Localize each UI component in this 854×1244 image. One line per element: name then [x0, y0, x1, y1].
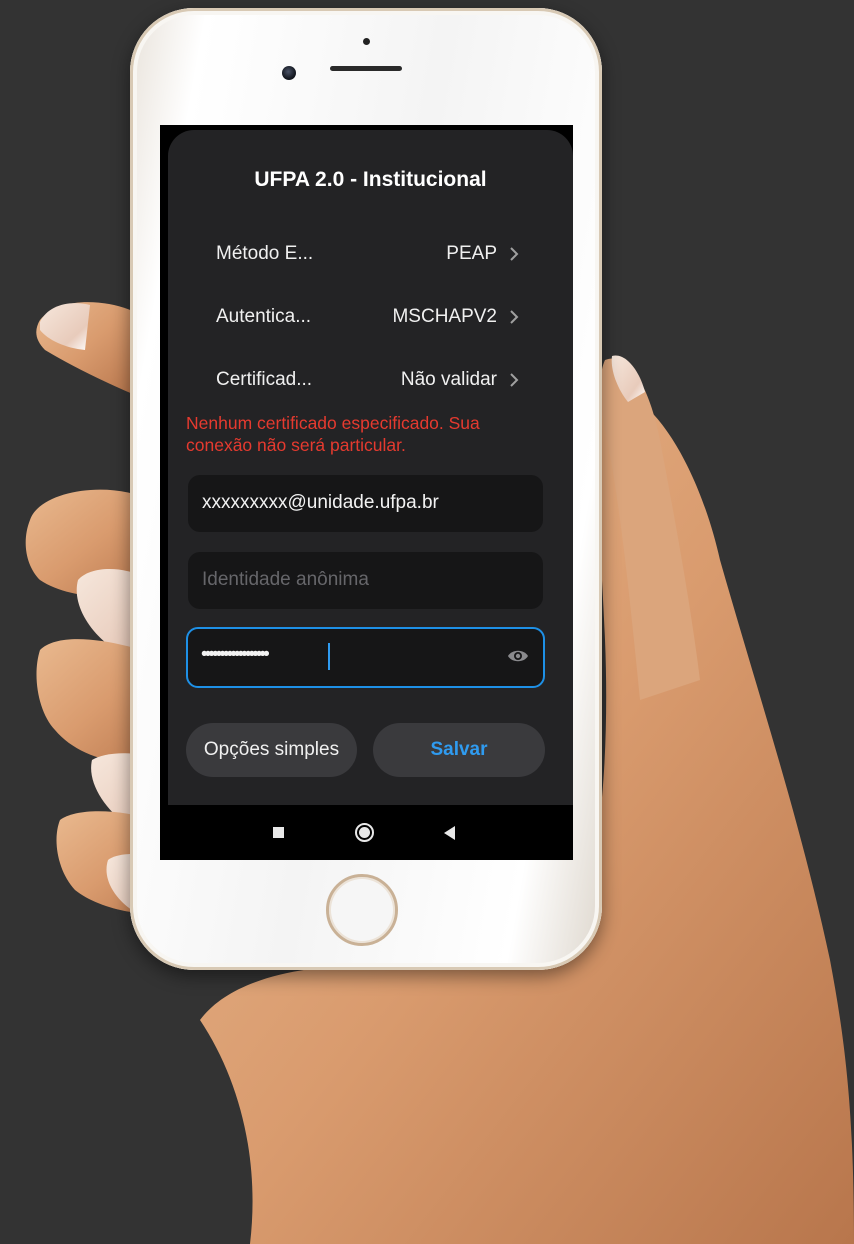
phase2-auth-value: MSCHAPV2: [392, 306, 497, 327]
save-button[interactable]: Salvar: [373, 723, 545, 777]
show-password-eye-icon[interactable]: [507, 648, 529, 664]
anonymous-identity-placeholder: Identidade anônima: [202, 569, 369, 590]
navigation-bar: [160, 805, 573, 860]
phase2-auth-row[interactable]: Autentica... MSCHAPV2: [216, 301, 521, 331]
ca-certificate-value: Não validar: [400, 369, 497, 390]
earpiece-speaker: [330, 66, 402, 71]
back-triangle-icon[interactable]: [443, 825, 457, 841]
eap-method-row[interactable]: Método E... PEAP: [216, 238, 521, 268]
recents-square-icon[interactable]: [273, 827, 284, 838]
chevron-right-icon: [510, 247, 519, 261]
ca-certificate-row[interactable]: Certificad... Não validar: [216, 364, 521, 394]
simple-options-button[interactable]: Opções simples: [186, 723, 357, 777]
phone-screen: UFPA 2.0 - Institucional Método E... PEA…: [160, 125, 573, 860]
eap-method-value: PEAP: [446, 243, 497, 264]
proximity-sensor: [363, 38, 370, 45]
chevron-right-icon: [510, 373, 519, 387]
home-button[interactable]: [326, 874, 398, 946]
password-field[interactable]: ••••••••••••••••••: [186, 627, 545, 688]
identity-field[interactable]: xxxxxxxxx@unidade.ufpa.br: [188, 475, 543, 532]
password-mask: ••••••••••••••••••: [201, 644, 270, 665]
phase2-auth-label: Autentica...: [216, 306, 312, 327]
text-caret: [328, 643, 330, 670]
identity-value: xxxxxxxxx@unidade.ufpa.br: [202, 492, 439, 513]
front-camera: [282, 66, 296, 80]
ca-certificate-label: Certificad...: [216, 369, 313, 390]
certificate-warning: Nenhum certificado especificado. Sua con…: [186, 413, 480, 455]
dialog-title: UFPA 2.0 - Institucional: [254, 168, 487, 191]
home-circle-icon[interactable]: [355, 823, 374, 842]
eap-method-label: Método E...: [216, 243, 314, 264]
anonymous-identity-field[interactable]: Identidade anônima: [188, 552, 543, 609]
chevron-right-icon: [510, 310, 519, 324]
wifi-config-dialog: UFPA 2.0 - Institucional Método E... PEA…: [168, 130, 573, 805]
